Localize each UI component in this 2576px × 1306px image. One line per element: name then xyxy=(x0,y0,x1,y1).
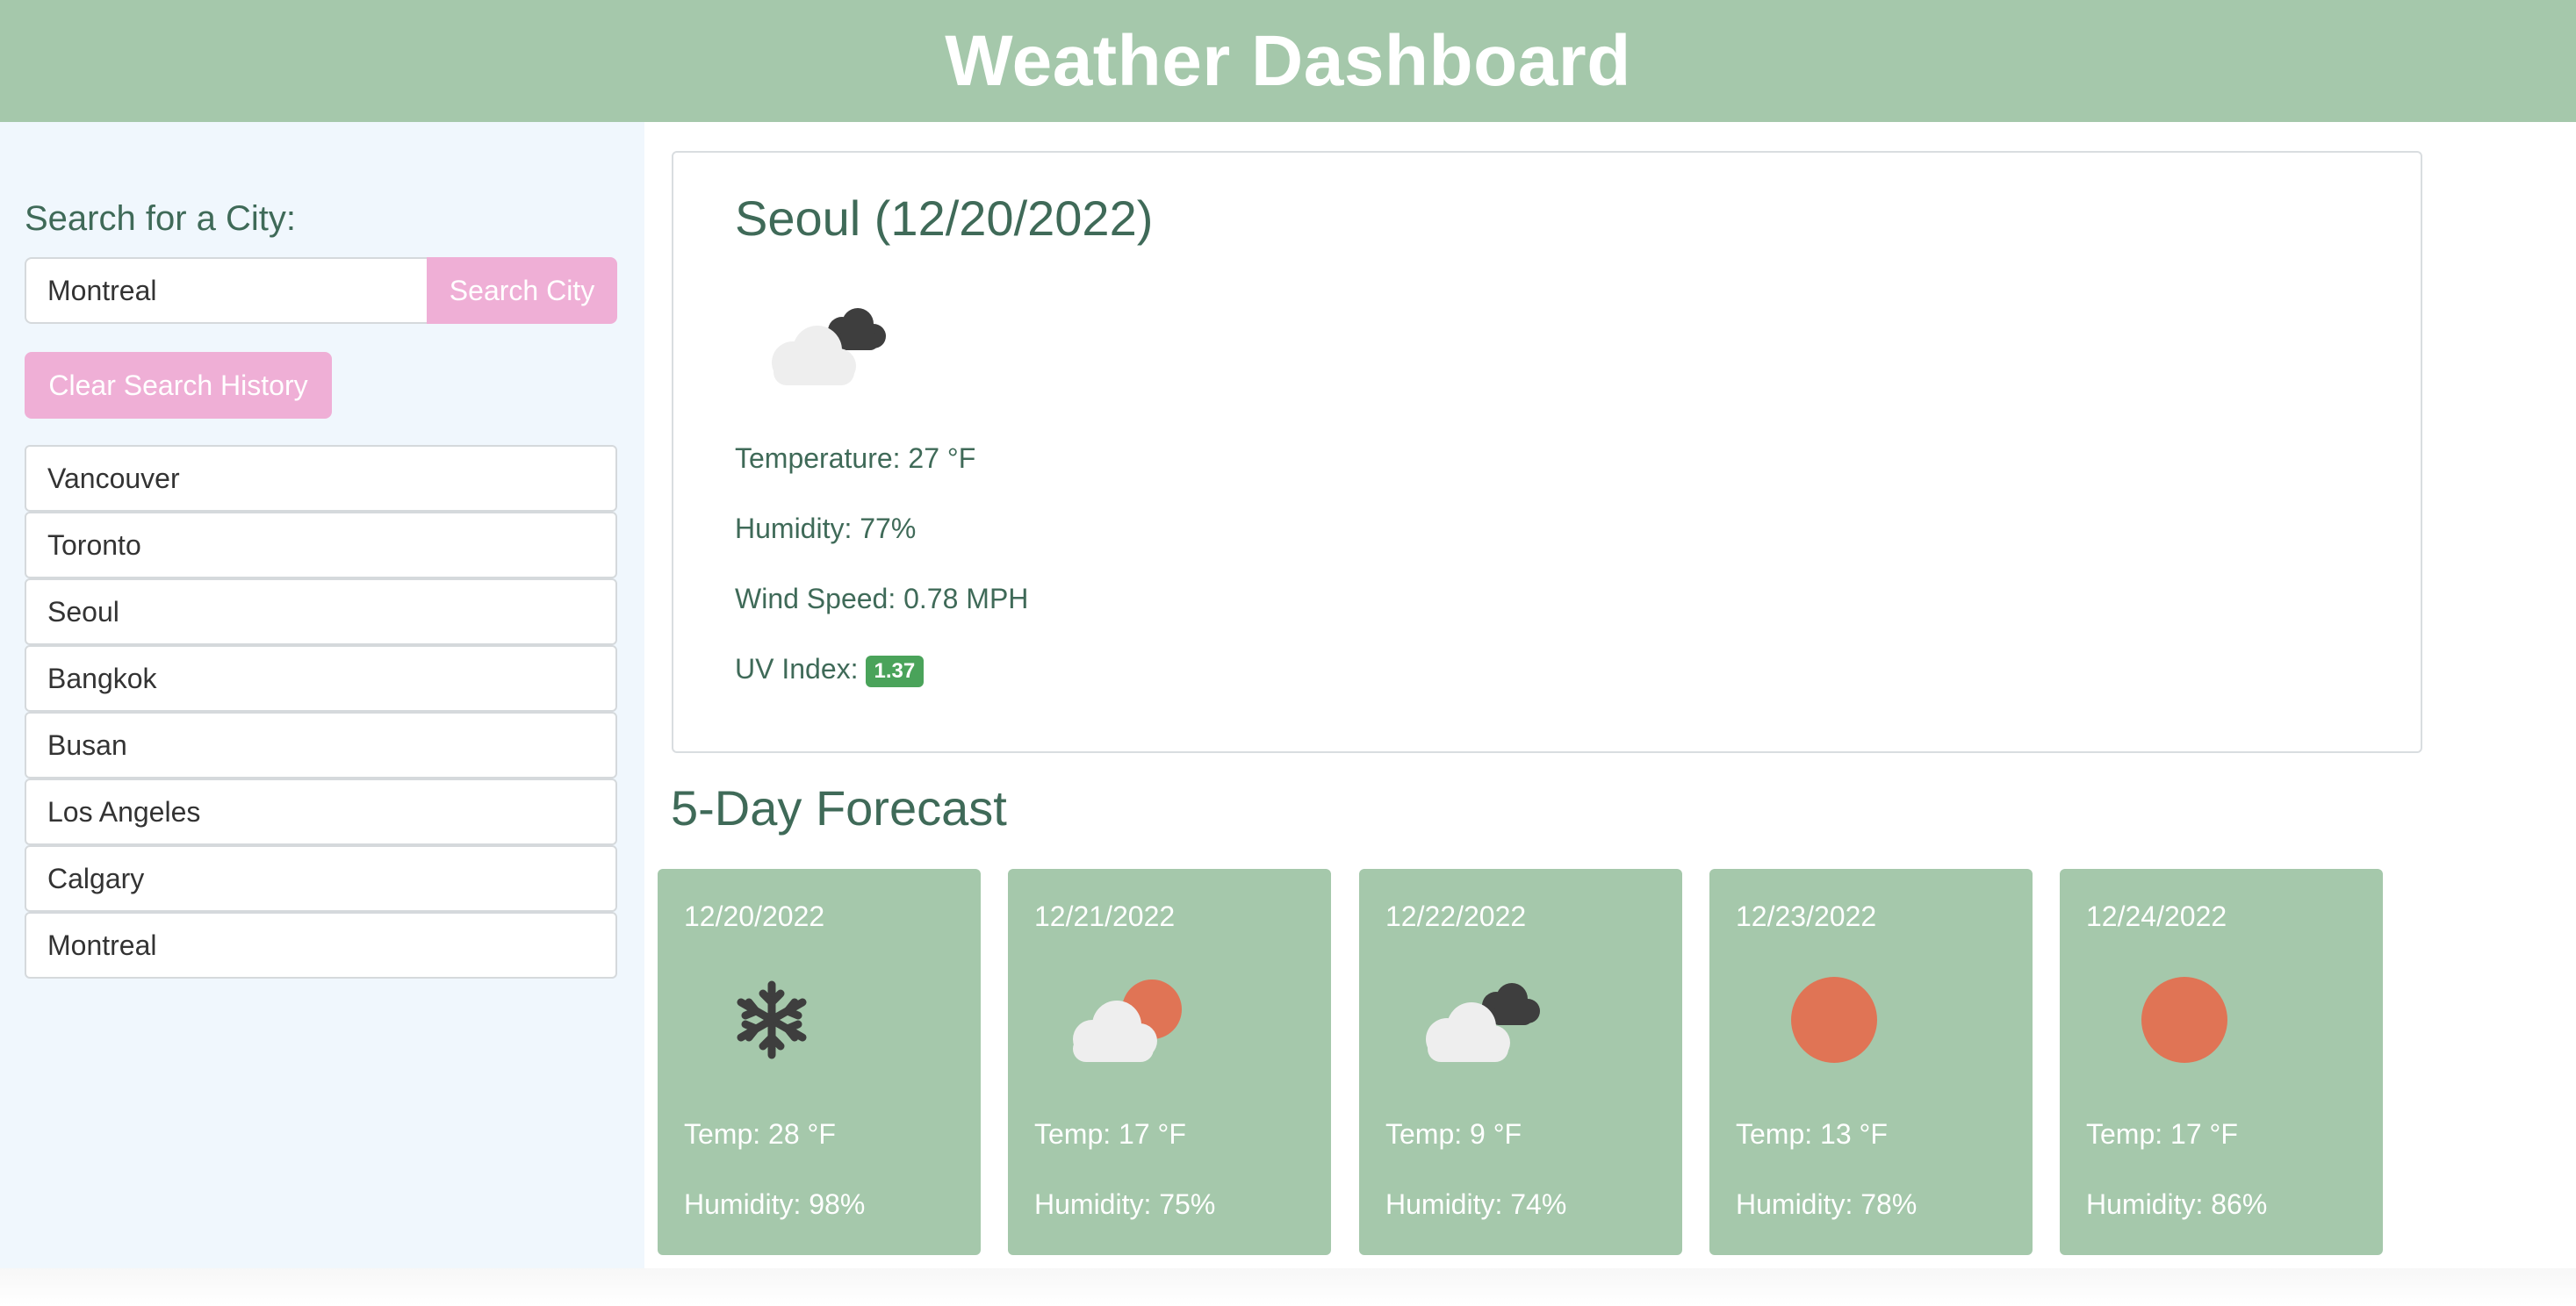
current-uv-row: UV Index: 1.37 xyxy=(735,653,925,687)
current-temperature: Temperature: 27 °F xyxy=(735,442,976,474)
history-item-busan[interactable]: Busan xyxy=(25,712,617,779)
sun-icon xyxy=(2141,977,2227,1063)
history-item-vancouver[interactable]: Vancouver xyxy=(25,445,617,512)
forecast-date: 12/22/2022 xyxy=(1385,901,1527,932)
forecast-temp: Temp: 17 °F xyxy=(1034,1118,1186,1150)
history-item-toronto[interactable]: Toronto xyxy=(25,512,617,578)
forecast-title: 5-Day Forecast xyxy=(671,780,1007,836)
search-city-button[interactable]: Search City xyxy=(427,257,617,324)
page-title: Weather Dashboard xyxy=(945,20,1631,101)
uv-index-label: UV Index: xyxy=(735,653,859,685)
forecast-humidity: Humidity: 86% xyxy=(2086,1188,2268,1220)
history-item-calgary[interactable]: Calgary xyxy=(25,845,617,912)
forecast-humidity: Humidity: 98% xyxy=(684,1188,866,1220)
forecast-card: 12/21/2022 Temp: 17 °F Humidity: 75% xyxy=(1008,869,1331,1255)
cloud-sun-icon xyxy=(1073,980,1182,1062)
forecast-card: 12/23/2022 Temp: 13 °F Humidity: 78% xyxy=(1709,869,2033,1255)
current-humidity: Humidity: 77% xyxy=(735,513,917,544)
page-bottom-edge xyxy=(0,1268,2576,1306)
sun-icon xyxy=(1791,977,1877,1063)
forecast-card: 12/24/2022 Temp: 17 °F Humidity: 86% xyxy=(2060,869,2383,1255)
clear-search-history-button[interactable]: Clear Search History xyxy=(25,352,332,419)
forecast-temp: Temp: 9 °F xyxy=(1385,1118,1522,1150)
forecast-date: 12/21/2022 xyxy=(1034,901,1176,932)
search-label: Search for a City: xyxy=(25,199,297,238)
city-search-input[interactable] xyxy=(25,257,427,324)
forecast-date: 12/24/2022 xyxy=(2086,901,2227,932)
history-item-bangkok[interactable]: Bangkok xyxy=(25,645,617,712)
current-city-title: Seoul (12/20/2022) xyxy=(735,190,1154,246)
search-history-list: Vancouver Toronto Seoul Bangkok Busan Lo… xyxy=(25,445,617,979)
forecast-temp: Temp: 28 °F xyxy=(684,1118,836,1150)
current-weather-card: Seoul (12/20/2022) Temperature: 27 °F Hu… xyxy=(672,151,2422,753)
forecast-card: 12/22/2022 Temp: 9 °F Humidity: 74% xyxy=(1359,869,1682,1255)
uv-index-badge: 1.37 xyxy=(865,655,925,687)
forecast-date: 12/23/2022 xyxy=(1736,901,1877,932)
current-wind-speed: Wind Speed: 0.78 MPH xyxy=(735,583,1029,614)
history-item-montreal[interactable]: Montreal xyxy=(25,912,617,979)
forecast-humidity: Humidity: 75% xyxy=(1034,1188,1216,1220)
cloud-dark-cloud-icon xyxy=(772,308,886,385)
forecast-temp: Temp: 17 °F xyxy=(2086,1118,2238,1150)
cloud-dark-cloud-icon xyxy=(1426,983,1540,1062)
sidebar: Search for a City: Search City Clear Sea… xyxy=(0,122,644,1268)
search-row: Search City xyxy=(25,257,617,324)
forecast-humidity: Humidity: 74% xyxy=(1385,1188,1567,1220)
header-bar: Weather Dashboard xyxy=(0,0,2576,122)
snowflake-icon xyxy=(737,980,807,1059)
forecast-temp: Temp: 13 °F xyxy=(1736,1118,1888,1150)
history-item-seoul[interactable]: Seoul xyxy=(25,578,617,645)
history-item-los-angeles[interactable]: Los Angeles xyxy=(25,779,617,845)
forecast-card: 12/20/2022 Temp: 28 °F Humidity: 98% xyxy=(658,869,981,1255)
forecast-date: 12/20/2022 xyxy=(684,901,825,932)
forecast-humidity: Humidity: 78% xyxy=(1736,1188,1918,1220)
